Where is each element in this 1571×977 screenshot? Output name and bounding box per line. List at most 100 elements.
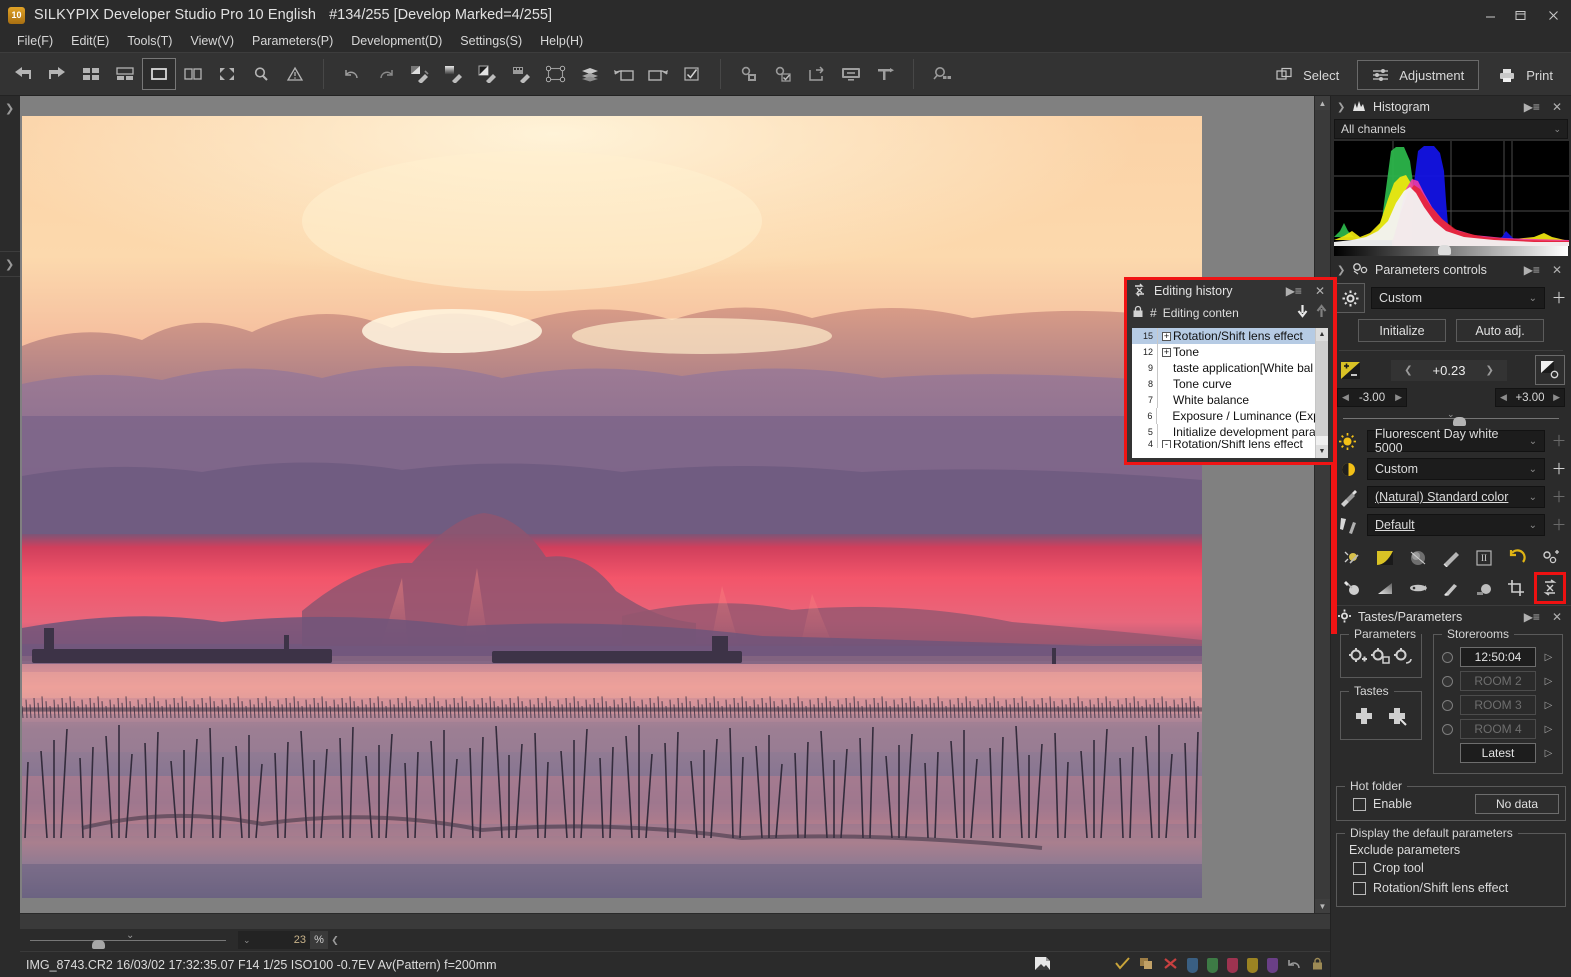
- print-mode-button[interactable]: Print: [1483, 60, 1567, 90]
- exposure-tool-icon[interactable]: [1339, 545, 1365, 571]
- undo-icon[interactable]: [335, 58, 369, 90]
- adjustment-mode-button[interactable]: Adjustment: [1357, 60, 1480, 90]
- storeroom-button-4[interactable]: ROOM 4: [1460, 719, 1536, 739]
- panel-menu-icon[interactable]: ▶≡: [1283, 284, 1305, 298]
- lens-aberration-icon[interactable]: [1405, 575, 1431, 601]
- hsv-icon[interactable]: II: [1471, 545, 1497, 571]
- flag-yellow-icon[interactable]: [1247, 957, 1258, 973]
- color-select[interactable]: (Natural) Standard color ⌄: [1367, 486, 1545, 508]
- storeroom-radio-1[interactable]: [1442, 651, 1453, 663]
- chevron-left-icon[interactable]: ◀: [1500, 392, 1507, 403]
- table-row[interactable]: 5 Initialize development para: [1132, 424, 1315, 440]
- storeroom-button-3[interactable]: ROOM 3: [1460, 695, 1536, 715]
- add-white-balance-button[interactable]: ＋: [1551, 434, 1567, 449]
- thumbnail-grid-icon[interactable]: [74, 58, 108, 90]
- hot-folder-enable-row[interactable]: Enable: [1343, 794, 1412, 814]
- add-color-button[interactable]: ＋: [1551, 490, 1567, 505]
- table-row[interactable]: 6 Exposure / Luminance (Exp: [1132, 408, 1315, 424]
- chevron-down-icon[interactable]: ⌄: [1529, 293, 1537, 304]
- menu-file[interactable]: File(F): [8, 32, 62, 50]
- exposure-slider-knob[interactable]: [1453, 417, 1466, 426]
- display-icon[interactable]: [834, 58, 868, 90]
- layers-icon[interactable]: [573, 58, 607, 90]
- noise-reduction-icon[interactable]: [1405, 545, 1431, 571]
- chevron-right-icon[interactable]: ❯: [1337, 265, 1346, 276]
- dehaze-icon[interactable]: [1471, 575, 1497, 601]
- arrow-up-icon[interactable]: [1315, 304, 1328, 321]
- table-row[interactable]: 12 + Tone: [1132, 344, 1315, 360]
- rotate-reset-icon[interactable]: [1504, 545, 1530, 571]
- flag-red-icon[interactable]: [1227, 957, 1238, 973]
- image-canvas[interactable]: [20, 96, 1314, 913]
- menu-edit[interactable]: Edit(E): [62, 32, 118, 50]
- expand-left-panel-top-icon[interactable]: ❯: [5, 102, 14, 115]
- expand-left-panel-bottom-icon[interactable]: ❯: [5, 258, 14, 271]
- film-dropper-icon[interactable]: [505, 58, 539, 90]
- delete-icon[interactable]: [1163, 957, 1178, 973]
- dual-view-icon[interactable]: [176, 58, 210, 90]
- chevron-right-icon[interactable]: ▶: [1395, 392, 1402, 403]
- chevron-down-icon[interactable]: ⌄: [1529, 464, 1537, 475]
- editing-history-scrollbar[interactable]: ▲ ▼: [1315, 328, 1328, 458]
- exposure-max-field[interactable]: ◀ +3.00 ▶: [1495, 388, 1565, 407]
- expander-icon[interactable]: +: [1162, 347, 1171, 357]
- dodge-burn-icon[interactable]: [1339, 575, 1365, 601]
- back-icon[interactable]: [6, 58, 40, 90]
- chevron-left-icon[interactable]: ❮: [1404, 365, 1412, 376]
- shape-points-icon[interactable]: [539, 58, 573, 90]
- menu-tools[interactable]: Tools(T): [118, 32, 181, 50]
- zoom-dropdown-icon[interactable]: ⌄: [243, 935, 251, 946]
- menu-parameters[interactable]: Parameters(P): [243, 32, 342, 50]
- exclude-crop-tool-checkbox[interactable]: [1353, 861, 1366, 875]
- storeroom-expand-icon-3[interactable]: ▷: [1543, 700, 1554, 711]
- flag-blue-icon[interactable]: [1187, 957, 1198, 973]
- storeroom-expand-icon-latest[interactable]: ▷: [1543, 748, 1554, 759]
- editing-history-panel[interactable]: Editing history ▶≡ ✕ # Editing conten 15…: [1124, 277, 1336, 465]
- storeroom-latest-button[interactable]: Latest: [1460, 743, 1536, 763]
- lock-icon[interactable]: [1132, 305, 1144, 321]
- white-balance-select[interactable]: Fluorescent Day white 5000 ⌄: [1366, 427, 1546, 455]
- expander-icon[interactable]: +: [1162, 331, 1171, 341]
- exposure-slider[interactable]: ⌄: [1337, 409, 1565, 427]
- edit-parameter-icon[interactable]: [1393, 647, 1414, 669]
- search-thumbnails-icon[interactable]: [925, 58, 959, 90]
- exposure-min-field[interactable]: ◀ -3.00 ▶: [1337, 388, 1407, 407]
- menu-development[interactable]: Development(D): [342, 32, 451, 50]
- preset-select[interactable]: Custom ⌄: [1371, 287, 1545, 309]
- apply-parameters-icon[interactable]: [766, 58, 800, 90]
- scroll-up-button[interactable]: ▲: [1315, 96, 1330, 110]
- storeroom-radio-2[interactable]: [1442, 675, 1453, 687]
- table-row[interactable]: 9 taste application[White bal: [1132, 360, 1315, 376]
- brush-icon[interactable]: [1438, 575, 1464, 601]
- add-parameter-icon[interactable]: [1348, 647, 1369, 669]
- hot-folder-status-button[interactable]: No data: [1475, 794, 1559, 814]
- scroll-down-button[interactable]: ▼: [1316, 445, 1328, 458]
- table-row[interactable]: 7 White balance: [1132, 392, 1315, 408]
- select-mode-button[interactable]: Select: [1262, 60, 1353, 90]
- tone-select[interactable]: Custom ⌄: [1367, 458, 1545, 480]
- storeroom-radio-3[interactable]: [1442, 699, 1453, 711]
- zoom-slider[interactable]: ⌄: [30, 929, 226, 951]
- panel-menu-icon[interactable]: ▶≡: [1521, 610, 1543, 624]
- storeroom-expand-icon-2[interactable]: ▷: [1543, 676, 1554, 687]
- fine-color-icon[interactable]: [1537, 545, 1563, 571]
- menu-help[interactable]: Help(H): [531, 32, 592, 50]
- copy-icon[interactable]: [1139, 957, 1154, 973]
- save-parameters-icon[interactable]: [732, 58, 766, 90]
- export-icon[interactable]: [800, 58, 834, 90]
- storeroom-button-2[interactable]: ROOM 2: [1460, 671, 1536, 691]
- menu-settings[interactable]: Settings(S): [451, 32, 531, 50]
- storeroom-radio-4[interactable]: [1442, 723, 1453, 735]
- close-icon[interactable]: ✕: [1549, 610, 1565, 624]
- warning-icon[interactable]: [278, 58, 312, 90]
- zoom-slider-knob[interactable]: [92, 940, 105, 949]
- hammer-icon[interactable]: [868, 58, 902, 90]
- add-tone-button[interactable]: ＋: [1551, 462, 1567, 477]
- chevron-left-icon[interactable]: ◀: [1342, 392, 1349, 403]
- gradation-icon[interactable]: [1372, 575, 1398, 601]
- scrollbar-thumb[interactable]: [1316, 341, 1328, 436]
- forward-icon[interactable]: [40, 58, 74, 90]
- table-row[interactable]: 15 + Rotation/Shift lens effect: [1132, 328, 1315, 344]
- table-row[interactable]: 4 - Rotation/Shift lens effect: [1132, 440, 1315, 448]
- histogram-black-point-knob[interactable]: [1438, 245, 1451, 255]
